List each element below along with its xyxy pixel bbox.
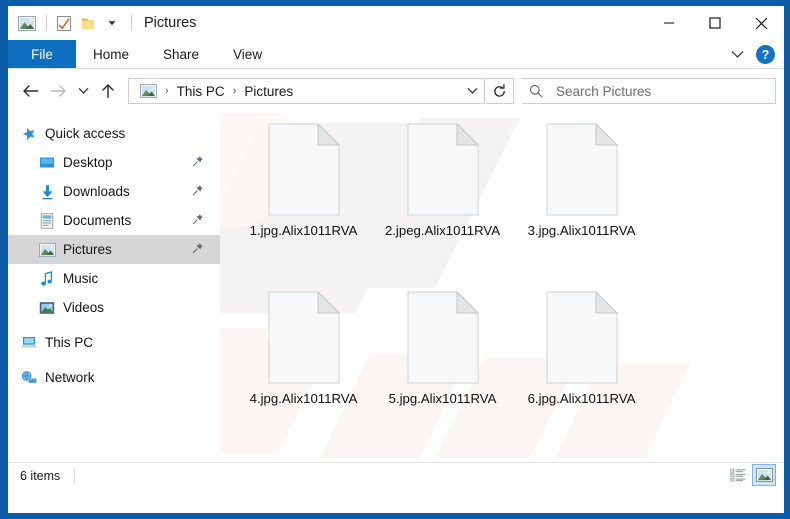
- videos-icon: [38, 299, 56, 317]
- tab-home[interactable]: Home: [76, 40, 146, 68]
- refresh-button[interactable]: [486, 78, 514, 104]
- back-button[interactable]: [16, 77, 44, 105]
- pictures-icon: [38, 241, 56, 259]
- blank-file-icon: [268, 122, 340, 216]
- tab-file[interactable]: File: [8, 40, 76, 68]
- file-list-view[interactable]: 1.jpg.Alix1011RVA 2.jpeg.Alix1011RVA 3.j…: [220, 113, 784, 462]
- sidebar-item-pictures[interactable]: Pictures: [8, 235, 220, 264]
- folder-icon[interactable]: [77, 12, 99, 34]
- file-item[interactable]: 1.jpg.Alix1011RVA: [234, 119, 373, 287]
- maximize-button[interactable]: [692, 6, 738, 40]
- search-box[interactable]: [522, 78, 776, 104]
- search-icon: [522, 80, 550, 102]
- minimize-button[interactable]: [646, 6, 692, 40]
- music-icon: [38, 270, 56, 288]
- ribbon-expand-chevron-down-icon[interactable]: [724, 42, 750, 68]
- this-pc-icon: [20, 334, 38, 352]
- network-icon: [20, 369, 38, 387]
- breadcrumb-pictures-icon[interactable]: [137, 80, 159, 102]
- close-button[interactable]: [738, 6, 784, 40]
- details-view-button[interactable]: [726, 464, 750, 486]
- ribbon-tab-bar: File Home Share View ?: [8, 40, 784, 69]
- breadcrumb-item-pictures[interactable]: Pictures: [240, 82, 297, 101]
- sidebar-item-label: Quick access: [45, 126, 126, 141]
- help-button[interactable]: ?: [756, 45, 775, 64]
- sidebar-item-label: Videos: [63, 300, 105, 315]
- sidebar-item-downloads[interactable]: Downloads: [8, 177, 220, 206]
- blank-file-icon: [407, 122, 479, 216]
- navigation-bar: › This PC › Pictures: [8, 69, 784, 113]
- file-grid: 1.jpg.Alix1011RVA 2.jpeg.Alix1011RVA 3.j…: [220, 113, 784, 455]
- view-toggle-group: [726, 464, 776, 486]
- blank-file-icon: [407, 290, 479, 384]
- file-name: 6.jpg.Alix1011RVA: [527, 391, 636, 406]
- sidebar-item-label: Music: [63, 271, 99, 286]
- address-bar[interactable]: › This PC › Pictures: [128, 78, 485, 104]
- sidebar-item-network[interactable]: Network: [8, 363, 220, 392]
- explorer-window: Pictures File Home Share View ? › This P…: [0, 0, 790, 519]
- star-icon: [20, 125, 38, 143]
- window-client-area: Pictures File Home Share View ? › This P…: [8, 6, 784, 513]
- sidebar-item-quick-access[interactable]: Quick access: [8, 119, 220, 148]
- blank-file-icon: [268, 290, 340, 384]
- file-name: 4.jpg.Alix1011RVA: [249, 391, 358, 406]
- documents-icon: [38, 212, 56, 230]
- file-item[interactable]: 2.jpeg.Alix1011RVA: [373, 119, 512, 287]
- status-divider: [74, 468, 76, 483]
- ribbon-right-controls: ?: [724, 40, 780, 69]
- file-name: 1.jpg.Alix1011RVA: [249, 223, 358, 238]
- pin-icon[interactable]: [192, 241, 204, 259]
- sidebar-item-this-pc[interactable]: This PC: [8, 328, 220, 357]
- quick-access-toolbar-chevron-down-icon[interactable]: [101, 12, 123, 34]
- desktop-icon: [38, 154, 56, 172]
- blank-file-icon: [546, 290, 618, 384]
- sidebar-item-label: Network: [45, 370, 95, 385]
- item-count-label: 6 items: [20, 468, 61, 483]
- explorer-body: Quick access Desktop Downloads Documents…: [8, 113, 784, 462]
- breadcrumb-item-this-pc[interactable]: This PC: [173, 82, 229, 101]
- pin-icon[interactable]: [192, 212, 204, 230]
- search-input[interactable]: [552, 83, 775, 99]
- pin-icon[interactable]: [192, 154, 204, 172]
- sidebar-item-label: Desktop: [63, 155, 113, 170]
- file-name: 2.jpeg.Alix1011RVA: [384, 223, 501, 238]
- tab-share[interactable]: Share: [146, 40, 216, 68]
- title-bar: Pictures: [8, 6, 784, 40]
- downloads-icon: [38, 183, 56, 201]
- sidebar-item-videos[interactable]: Videos: [8, 293, 220, 322]
- address-bar-chevron-down-icon[interactable]: [460, 79, 484, 103]
- breadcrumb-separator: ›: [232, 85, 237, 97]
- status-bar: 6 items: [8, 462, 784, 488]
- sidebar-item-documents[interactable]: Documents: [8, 206, 220, 235]
- breadcrumb-separator: ›: [165, 85, 169, 97]
- file-item[interactable]: 6.jpg.Alix1011RVA: [512, 287, 651, 455]
- file-name: 3.jpg.Alix1011RVA: [527, 223, 636, 238]
- tab-view[interactable]: View: [216, 40, 279, 68]
- file-item[interactable]: 3.jpg.Alix1011RVA: [512, 119, 651, 287]
- file-item[interactable]: 5.jpg.Alix1011RVA: [373, 287, 512, 455]
- sidebar-item-label: This PC: [45, 335, 94, 350]
- up-button[interactable]: [94, 77, 122, 105]
- large-icons-view-button[interactable]: [752, 464, 776, 486]
- pictures-icon[interactable]: [16, 12, 38, 34]
- checkmark-document-icon[interactable]: [53, 12, 75, 34]
- sidebar-item-desktop[interactable]: Desktop: [8, 148, 220, 177]
- sidebar-item-label: Documents: [63, 213, 132, 228]
- sidebar-item-music[interactable]: Music: [8, 264, 220, 293]
- recent-locations-chevron-down-icon[interactable]: [72, 77, 94, 105]
- file-name: 5.jpg.Alix1011RVA: [388, 391, 497, 406]
- breadcrumb: › This PC › Pictures: [129, 80, 460, 102]
- toolbar-divider-2: [131, 15, 132, 31]
- pin-icon[interactable]: [192, 183, 204, 201]
- blank-file-icon: [546, 122, 618, 216]
- file-item[interactable]: 4.jpg.Alix1011RVA: [234, 287, 373, 455]
- toolbar-divider-1: [46, 15, 47, 31]
- sidebar-item-label: Downloads: [63, 184, 130, 199]
- sidebar-item-label: Pictures: [63, 242, 112, 257]
- window-title: Pictures: [144, 15, 197, 31]
- navigation-pane: Quick access Desktop Downloads Documents…: [8, 113, 220, 462]
- window-controls: [646, 6, 784, 40]
- forward-button[interactable]: [44, 77, 72, 105]
